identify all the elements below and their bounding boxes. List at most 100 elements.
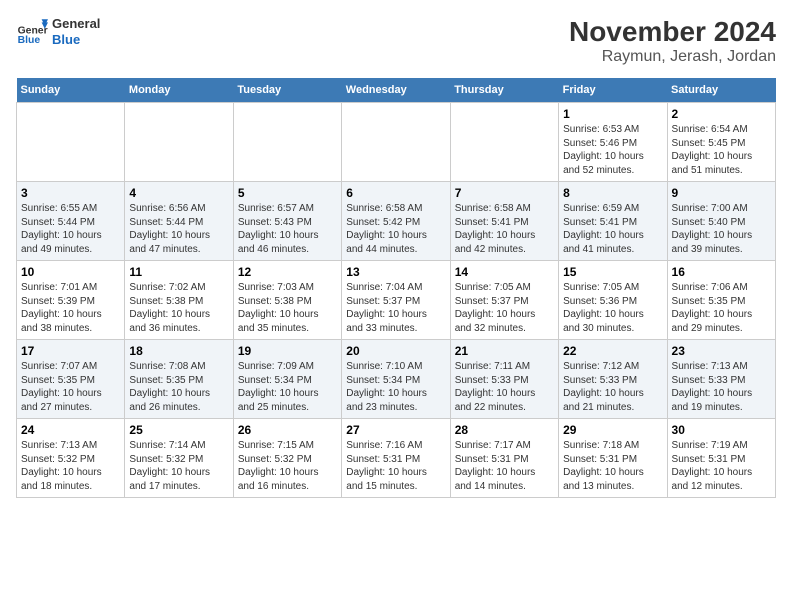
day-number: 23 xyxy=(672,344,771,358)
day-number: 4 xyxy=(129,186,228,200)
calendar-cell: 6 Sunrise: 6:58 AMSunset: 5:42 PMDaylight… xyxy=(342,182,450,261)
day-info: Sunrise: 7:03 AMSunset: 5:38 PMDaylight:… xyxy=(238,281,337,335)
calendar-cell: 4 Sunrise: 6:56 AMSunset: 5:44 PMDaylight… xyxy=(125,182,233,261)
day-number: 6 xyxy=(346,186,445,200)
calendar-cell: 26Sunrise: 7:15 AMSunset: 5:32 PMDayligh… xyxy=(233,419,341,498)
day-info: Sunrise: 7:11 AMSunset: 5:33 PMDaylight:… xyxy=(455,360,554,414)
day-number: 5 xyxy=(238,186,337,200)
svg-text:Blue: Blue xyxy=(18,35,41,46)
day-number: 29 xyxy=(563,423,662,437)
calendar-cell: 21 Sunrise: 7:11 AMSunset: 5:33 PMDayligh… xyxy=(450,340,558,419)
day-number: 14 xyxy=(455,265,554,279)
calendar-cell: 1 Sunrise: 6:53 AMSunset: 5:46 PMDaylight… xyxy=(559,103,667,182)
day-info: Sunrise: 7:01 AMSunset: 5:39 PMDaylight:… xyxy=(21,281,120,335)
day-info: Sunrise: 7:17 AMSunset: 5:31 PMDaylight:… xyxy=(455,439,554,493)
day-info: Sunrise: 7:16 AMSunset: 5:31 PMDaylight:… xyxy=(346,439,445,493)
day-number: 25 xyxy=(129,423,228,437)
day-info: Sunrise: 7:10 AMSunset: 5:34 PMDaylight:… xyxy=(346,360,445,414)
day-number: 8 xyxy=(563,186,662,200)
calendar-cell: 23 Sunrise: 7:13 AMSunset: 5:33 PMDayligh… xyxy=(667,340,775,419)
title-block: November 2024 Raymun, Jerash, Jordan xyxy=(569,16,776,66)
day-number: 18 xyxy=(129,344,228,358)
calendar-cell: 24 Sunrise: 7:13 AMSunset: 5:32 PMDayligh… xyxy=(17,419,125,498)
day-info: Sunrise: 6:58 AMSunset: 5:41 PMDaylight:… xyxy=(455,202,554,256)
day-info: Sunrise: 6:53 AMSunset: 5:46 PMDaylight:… xyxy=(563,123,662,177)
day-info: Sunrise: 7:18 AMSunset: 5:31 PMDaylight:… xyxy=(563,439,662,493)
page-header: General Blue General Blue November 2024 … xyxy=(16,16,776,66)
day-number: 15 xyxy=(563,265,662,279)
calendar-cell: 27Sunrise: 7:16 AMSunset: 5:31 PMDayligh… xyxy=(342,419,450,498)
day-number: 9 xyxy=(672,186,771,200)
calendar-cell: 17 Sunrise: 7:07 AMSunset: 5:35 PMDayligh… xyxy=(17,340,125,419)
day-info: Sunrise: 6:58 AMSunset: 5:42 PMDaylight:… xyxy=(346,202,445,256)
day-info: Sunrise: 7:08 AMSunset: 5:35 PMDaylight:… xyxy=(129,360,228,414)
day-info: Sunrise: 7:04 AMSunset: 5:37 PMDaylight:… xyxy=(346,281,445,335)
day-number: 24 xyxy=(21,423,120,437)
day-info: Sunrise: 7:09 AMSunset: 5:34 PMDaylight:… xyxy=(238,360,337,414)
page-title: November 2024 xyxy=(569,16,776,48)
calendar-cell: 30 Sunrise: 7:19 AMSunset: 5:31 PMDayligh… xyxy=(667,419,775,498)
col-header-thursday: Thursday xyxy=(450,78,558,103)
calendar-cell: 9 Sunrise: 7:00 AMSunset: 5:40 PMDaylight… xyxy=(667,182,775,261)
calendar-cell: 5 Sunrise: 6:57 AMSunset: 5:43 PMDaylight… xyxy=(233,182,341,261)
day-number: 12 xyxy=(238,265,337,279)
logo-text: General Blue xyxy=(52,16,100,47)
logo-general-text: General xyxy=(52,16,100,32)
calendar-cell: 15 Sunrise: 7:05 AMSunset: 5:36 PMDayligh… xyxy=(559,261,667,340)
calendar-cell: 28 Sunrise: 7:17 AMSunset: 5:31 PMDayligh… xyxy=(450,419,558,498)
calendar-cell xyxy=(17,103,125,182)
day-number: 11 xyxy=(129,265,228,279)
day-info: Sunrise: 7:00 AMSunset: 5:40 PMDaylight:… xyxy=(672,202,771,256)
day-info: Sunrise: 7:12 AMSunset: 5:33 PMDaylight:… xyxy=(563,360,662,414)
day-info: Sunrise: 6:54 AMSunset: 5:45 PMDaylight:… xyxy=(672,123,771,177)
logo-blue-text: Blue xyxy=(52,32,100,48)
calendar-cell: 25 Sunrise: 7:14 AMSunset: 5:32 PMDayligh… xyxy=(125,419,233,498)
day-number: 13 xyxy=(346,265,445,279)
day-info: Sunrise: 6:59 AMSunset: 5:41 PMDaylight:… xyxy=(563,202,662,256)
calendar-cell xyxy=(342,103,450,182)
calendar-cell: 13 Sunrise: 7:04 AMSunset: 5:37 PMDayligh… xyxy=(342,261,450,340)
calendar-cell: 18 Sunrise: 7:08 AMSunset: 5:35 PMDayligh… xyxy=(125,340,233,419)
day-number: 30 xyxy=(672,423,771,437)
calendar-table: SundayMondayTuesdayWednesdayThursdayFrid… xyxy=(16,78,776,498)
calendar-cell: 7Sunrise: 6:58 AMSunset: 5:41 PMDaylight… xyxy=(450,182,558,261)
col-header-tuesday: Tuesday xyxy=(233,78,341,103)
day-info: Sunrise: 7:05 AMSunset: 5:36 PMDaylight:… xyxy=(563,281,662,335)
col-header-wednesday: Wednesday xyxy=(342,78,450,103)
day-number: 1 xyxy=(563,107,662,121)
logo: General Blue General Blue xyxy=(16,16,100,48)
calendar-cell: 3Sunrise: 6:55 AMSunset: 5:44 PMDaylight… xyxy=(17,182,125,261)
page-subtitle: Raymun, Jerash, Jordan xyxy=(569,48,776,66)
day-number: 28 xyxy=(455,423,554,437)
calendar-cell: 29 Sunrise: 7:18 AMSunset: 5:31 PMDayligh… xyxy=(559,419,667,498)
day-info: Sunrise: 7:02 AMSunset: 5:38 PMDaylight:… xyxy=(129,281,228,335)
calendar-cell: 2Sunrise: 6:54 AMSunset: 5:45 PMDaylight… xyxy=(667,103,775,182)
calendar-cell: 10 Sunrise: 7:01 AMSunset: 5:39 PMDayligh… xyxy=(17,261,125,340)
day-number: 22 xyxy=(563,344,662,358)
day-info: Sunrise: 7:13 AMSunset: 5:32 PMDaylight:… xyxy=(21,439,120,493)
calendar-cell: 11 Sunrise: 7:02 AMSunset: 5:38 PMDayligh… xyxy=(125,261,233,340)
day-info: Sunrise: 7:07 AMSunset: 5:35 PMDaylight:… xyxy=(21,360,120,414)
day-number: 16 xyxy=(672,265,771,279)
logo-icon: General Blue xyxy=(16,16,48,48)
day-number: 26 xyxy=(238,423,337,437)
day-info: Sunrise: 6:55 AMSunset: 5:44 PMDaylight:… xyxy=(21,202,120,256)
day-info: Sunrise: 7:19 AMSunset: 5:31 PMDaylight:… xyxy=(672,439,771,493)
col-header-sunday: Sunday xyxy=(17,78,125,103)
day-number: 10 xyxy=(21,265,120,279)
calendar-cell xyxy=(450,103,558,182)
calendar-cell: 20 Sunrise: 7:10 AMSunset: 5:34 PMDayligh… xyxy=(342,340,450,419)
calendar-cell: 12 Sunrise: 7:03 AMSunset: 5:38 PMDayligh… xyxy=(233,261,341,340)
day-number: 17 xyxy=(21,344,120,358)
day-info: Sunrise: 7:14 AMSunset: 5:32 PMDaylight:… xyxy=(129,439,228,493)
day-info: Sunrise: 6:56 AMSunset: 5:44 PMDaylight:… xyxy=(129,202,228,256)
calendar-cell: 8 Sunrise: 6:59 AMSunset: 5:41 PMDaylight… xyxy=(559,182,667,261)
calendar-cell: 16Sunrise: 7:06 AMSunset: 5:35 PMDayligh… xyxy=(667,261,775,340)
day-info: Sunrise: 7:13 AMSunset: 5:33 PMDaylight:… xyxy=(672,360,771,414)
calendar-cell xyxy=(233,103,341,182)
day-number: 21 xyxy=(455,344,554,358)
day-number: 20 xyxy=(346,344,445,358)
day-info: Sunrise: 6:57 AMSunset: 5:43 PMDaylight:… xyxy=(238,202,337,256)
col-header-friday: Friday xyxy=(559,78,667,103)
calendar-cell xyxy=(125,103,233,182)
